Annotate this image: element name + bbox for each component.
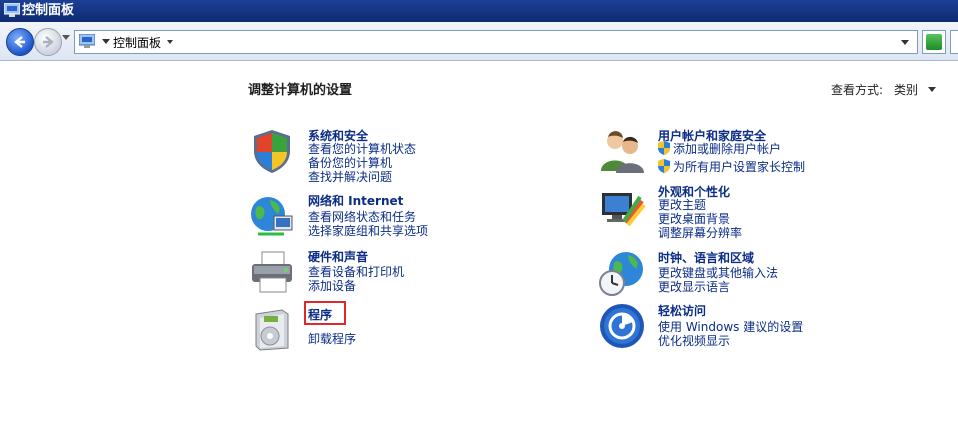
chevron-down-icon[interactable] — [928, 87, 936, 92]
navigation-bar: 控制面板 — [0, 22, 958, 61]
accessibility-icon — [600, 304, 644, 348]
parental-controls-label: 为所有用户设置家长控制 — [673, 160, 806, 174]
printer-icon — [252, 251, 292, 293]
change-display-language-link[interactable]: 更改显示语言 — [658, 278, 730, 295]
title-bar: 控制面板 — [0, 0, 958, 22]
shield-icon — [254, 130, 290, 173]
breadcrumb-control-panel[interactable]: 控制面板 — [113, 34, 161, 51]
uninstall-program-link[interactable]: 卸载程序 — [308, 330, 356, 347]
breadcrumb-separator-icon[interactable] — [102, 39, 110, 44]
back-arrow-icon — [14, 36, 25, 48]
monitor-palette-icon — [602, 193, 646, 227]
view-by-label: 查看方式: — [831, 83, 884, 97]
uac-shield-icon — [658, 141, 670, 155]
refresh-button[interactable] — [922, 30, 946, 54]
window-title: 控制面板 — [22, 3, 75, 18]
network-internet-link[interactable]: 网络和 Internet — [308, 192, 403, 209]
add-device-link[interactable]: 添加设备 — [308, 277, 356, 294]
homegroup-sharing-link[interactable]: 选择家庭组和共享选项 — [308, 222, 428, 239]
view-by-select[interactable]: 类别 — [894, 81, 918, 98]
highlight-box — [304, 301, 346, 325]
address-dropdown-icon[interactable] — [901, 40, 909, 45]
clock-globe-icon — [599, 252, 643, 296]
ease-of-access-link[interactable]: 轻松访问 — [658, 302, 706, 319]
globe-network-icon — [251, 197, 293, 236]
breadcrumb-dropdown-icon[interactable] — [167, 40, 173, 44]
history-dropdown-icon[interactable] — [62, 35, 70, 40]
control-panel-icon — [4, 3, 20, 17]
forward-arrow-icon — [43, 36, 54, 48]
add-remove-accounts-label: 添加或删除用户帐户 — [673, 142, 782, 156]
adjust-resolution-link[interactable]: 调整屏幕分辨率 — [658, 224, 742, 241]
programs-box-icon — [255, 309, 289, 351]
control-panel-icon — [79, 34, 95, 48]
parental-controls-link[interactable]: 为所有用户设置家长控制 — [658, 158, 805, 175]
uac-shield-icon — [658, 159, 670, 173]
optimize-video-link[interactable]: 优化视频显示 — [658, 332, 730, 349]
search-input[interactable] — [950, 30, 958, 54]
add-remove-accounts-link[interactable]: 添加或删除用户帐户 — [658, 140, 781, 157]
forward-button[interactable] — [34, 28, 62, 56]
troubleshoot-link[interactable]: 查找并解决问题 — [308, 168, 392, 185]
back-button[interactable] — [6, 28, 34, 56]
users-icon — [601, 131, 644, 173]
refresh-icon — [926, 34, 942, 50]
address-field[interactable]: 控制面板 — [74, 30, 918, 54]
page-title: 调整计算机的设置 — [248, 83, 353, 98]
